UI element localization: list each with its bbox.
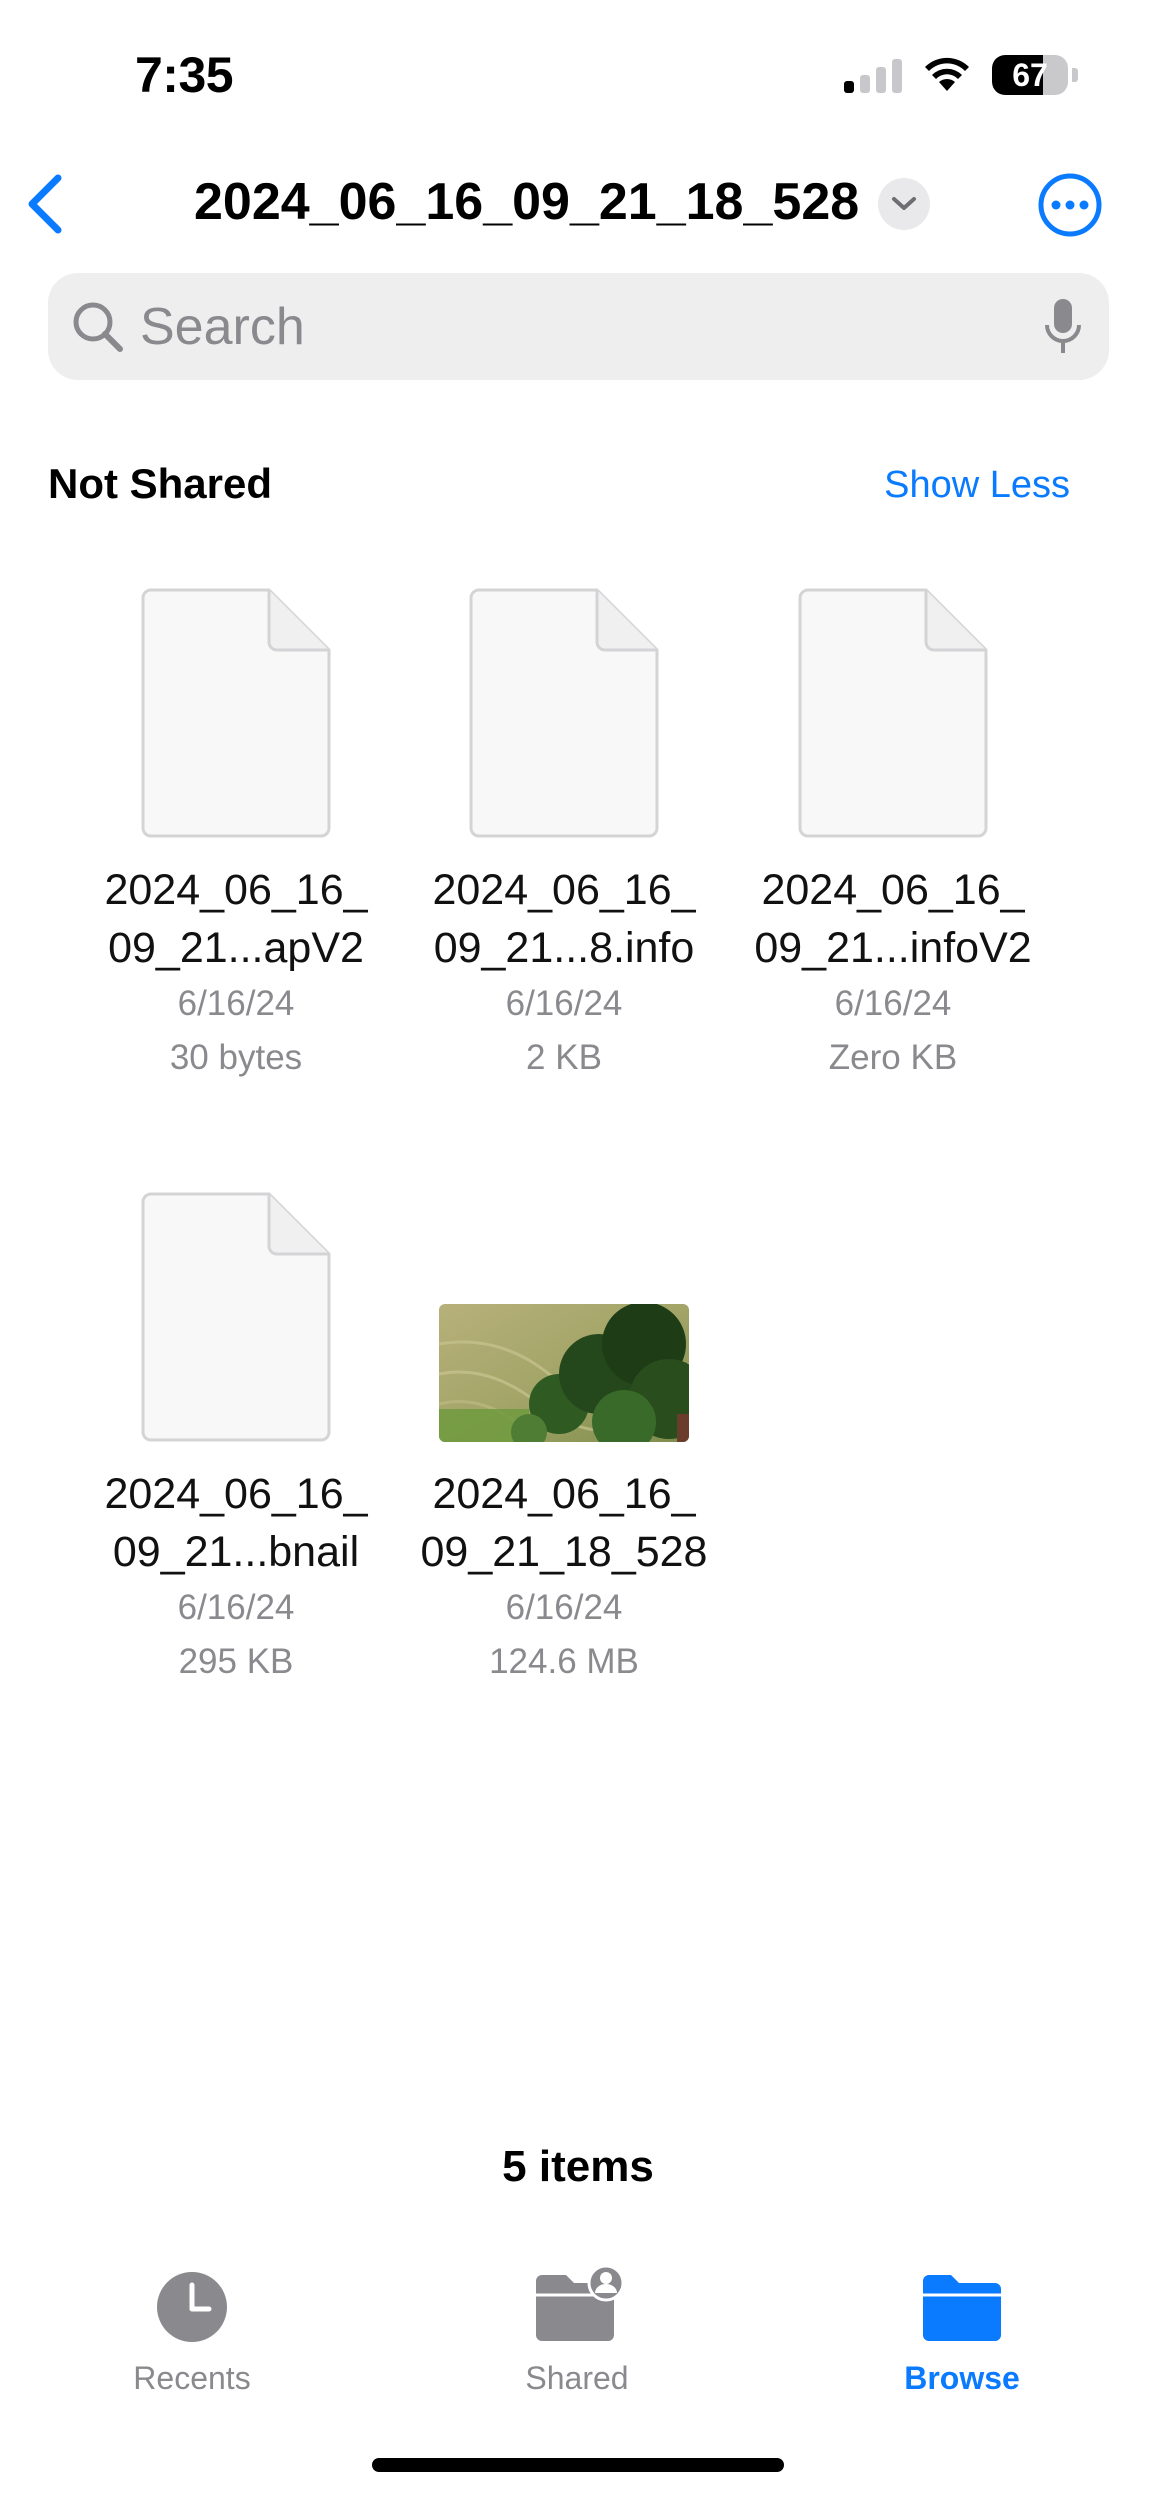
search-bar[interactable] <box>48 273 1109 380</box>
file-name-line-1: 2024_06_16_ <box>104 866 368 914</box>
cellular-signal-icon <box>844 57 902 93</box>
status-time: 7:35 <box>135 47 234 103</box>
file-item[interactable]: 2024_06_16_ 09_21...infoV2 6/16/24 Zero … <box>743 588 1043 1085</box>
tab-label: Shared <box>525 2360 629 2396</box>
file-date: 6/16/24 <box>177 1588 295 1627</box>
title-menu-button[interactable] <box>878 178 930 230</box>
file-name-line-2: 09_21...apV2 <box>108 924 364 972</box>
status-icons: 67 <box>844 52 1078 98</box>
video-thumbnail <box>438 1302 709 1454</box>
file-size: 30 bytes <box>169 1038 303 1077</box>
battery-cap <box>1072 68 1078 82</box>
file-date: 6/16/24 <box>505 984 623 1023</box>
battery-icon: 67 <box>992 55 1068 95</box>
file-name-line-1: 2024_06_16_ <box>104 1470 368 1518</box>
search-icon <box>73 302 123 352</box>
file-name-line-1: 2024_06_16_ <box>432 866 696 914</box>
file-name-line-2: 09_21...infoV2 <box>754 924 1032 972</box>
file-name: 2024_06_16_ 09_21...apV2 <box>86 861 386 977</box>
file-name-line-1: 2024_06_16_ <box>761 866 1025 914</box>
more-options-button[interactable] <box>1037 172 1103 238</box>
file-name: 2024_06_16_ 09_21_18_528 <box>414 1465 714 1581</box>
tab-label: Recents <box>133 2360 251 2396</box>
folder-title[interactable]: 2024_06_16_09_21_18_528 <box>194 172 859 232</box>
ellipsis-circle-icon <box>1038 173 1102 237</box>
chevron-left-icon <box>28 174 62 234</box>
file-date: 6/16/24 <box>834 984 952 1023</box>
document-icon <box>469 588 659 838</box>
file-item[interactable]: 2024_06_16_ 09_21_18_528 6/16/24 124.6 M… <box>414 1192 714 1689</box>
file-name-line-2: 09_21_18_528 <box>420 1528 708 1576</box>
shared-folder-icon <box>536 2264 625 2341</box>
file-size: 2 KB <box>526 1038 602 1077</box>
tab-browse[interactable]: Browse <box>852 2265 1072 2397</box>
file-size: Zero KB <box>828 1038 958 1077</box>
file-item[interactable]: 2024_06_16_ 09_21...8.info 6/16/24 2 KB <box>414 588 714 1085</box>
document-icon <box>141 1192 331 1442</box>
item-count: 5 items <box>502 2142 654 2191</box>
tab-shared[interactable]: Shared <box>467 2264 687 2397</box>
file-item[interactable]: 2024_06_16_ 09_21...apV2 6/16/24 30 byte… <box>86 588 386 1085</box>
show-less-button[interactable]: Show Less <box>884 464 1070 507</box>
file-date: 6/16/24 <box>177 984 295 1023</box>
search-input[interactable] <box>140 273 1020 380</box>
microphone-icon[interactable] <box>1043 297 1083 357</box>
file-name: 2024_06_16_ 09_21...8.info <box>414 861 714 977</box>
clock-icon <box>157 2272 227 2342</box>
document-icon <box>798 588 988 838</box>
back-button[interactable] <box>22 172 70 236</box>
tab-label: Browse <box>904 2360 1020 2396</box>
section-title: Not Shared <box>48 460 273 507</box>
file-name-line-2: 09_21...bnail <box>112 1528 360 1576</box>
file-item[interactable]: 2024_06_16_ 09_21...bnail 6/16/24 295 KB <box>86 1192 386 1689</box>
file-date: 6/16/24 <box>505 1588 623 1627</box>
chevron-down-icon <box>892 197 916 210</box>
file-name: 2024_06_16_ 09_21...bnail <box>86 1465 386 1581</box>
thumb-spacer <box>414 1192 714 1304</box>
file-name: 2024_06_16_ 09_21...infoV2 <box>743 861 1043 977</box>
file-size: 295 KB <box>178 1642 294 1681</box>
file-size: 124.6 MB <box>489 1642 639 1681</box>
document-icon <box>141 588 331 838</box>
file-name-line-1: 2024_06_16_ <box>432 1470 696 1518</box>
file-name-line-2: 09_21...8.info <box>433 924 695 972</box>
folder-icon <box>923 2275 1001 2341</box>
battery-percent: 67 <box>1012 56 1048 93</box>
home-indicator[interactable] <box>372 2458 784 2472</box>
tab-recents[interactable]: Recents <box>82 2265 302 2397</box>
wifi-icon <box>925 57 969 91</box>
